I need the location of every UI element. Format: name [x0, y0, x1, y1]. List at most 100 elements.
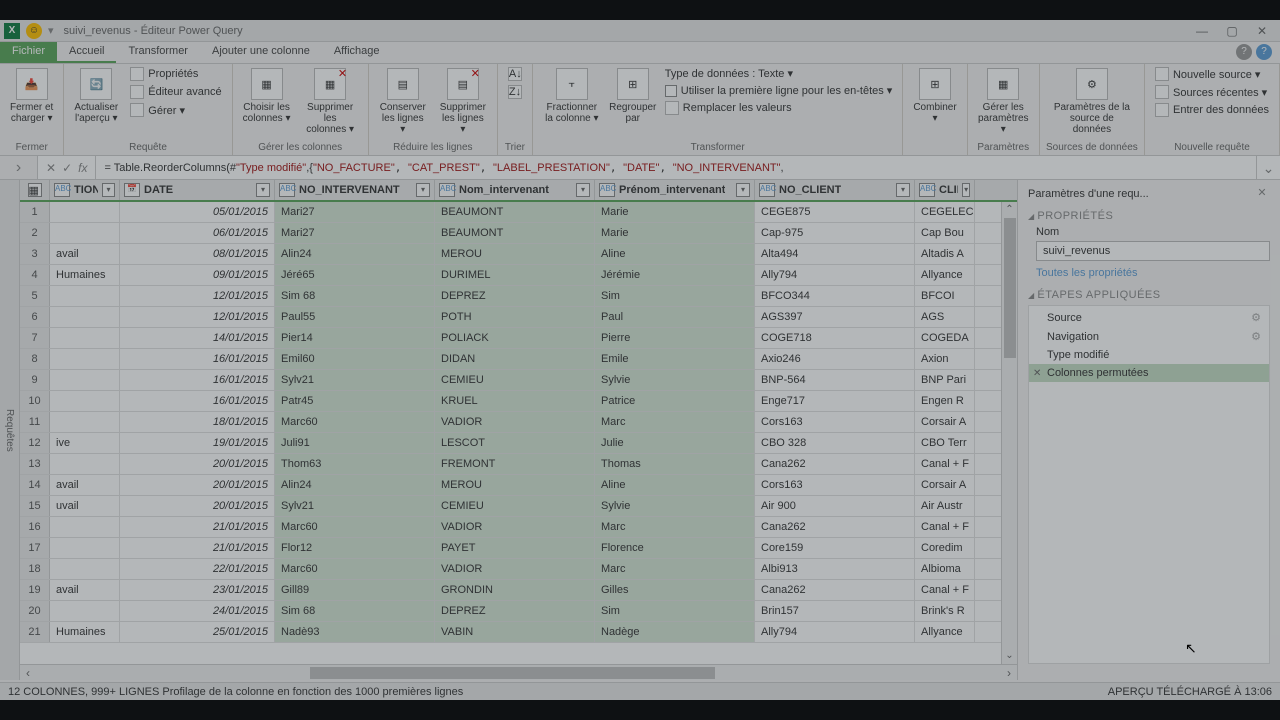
queries-expand-button[interactable]: ›	[0, 156, 38, 179]
horizontal-scrollbar[interactable]: ‹›	[20, 664, 1017, 680]
cell[interactable]: CBO Terr	[915, 433, 975, 453]
cell[interactable]: 20/01/2015	[120, 496, 275, 516]
cell[interactable]: CEGE875	[755, 202, 915, 222]
tab-view[interactable]: Affichage	[322, 42, 392, 63]
table-row[interactable]: 1320/01/2015Thom63FREMONTThomasCana262Ca…	[20, 454, 1017, 475]
minimize-button[interactable]: —	[1188, 24, 1216, 38]
cell[interactable]	[50, 538, 120, 558]
cell[interactable]: BNP Pari	[915, 370, 975, 390]
cell[interactable]: FREMONT	[435, 454, 595, 474]
cell[interactable]: DEPREZ	[435, 601, 595, 621]
cell[interactable]: Air 900	[755, 496, 915, 516]
cell[interactable]: Axio246	[755, 349, 915, 369]
cell[interactable]	[50, 328, 120, 348]
table-row[interactable]: 612/01/2015Paul55POTHPaulAGS397AGS	[20, 307, 1017, 328]
cell[interactable]: Engen R	[915, 391, 975, 411]
cell[interactable]: 20/01/2015	[120, 475, 275, 495]
column-header[interactable]: ABCNO_CLIENT▾	[755, 180, 915, 200]
cell[interactable]: Paul55	[275, 307, 435, 327]
cell[interactable]: BFCOI	[915, 286, 975, 306]
cell[interactable]	[50, 202, 120, 222]
cell[interactable]	[50, 412, 120, 432]
formula-expand-button[interactable]: ⌄	[1256, 156, 1280, 179]
cell[interactable]: CBO 328	[755, 433, 915, 453]
cell[interactable]	[50, 286, 120, 306]
table-row[interactable]: 714/01/2015Pier14POLIACKPierreCOGE718COG…	[20, 328, 1017, 349]
remove-cols-button[interactable]: ▦✕Supprimer les colonnes ▾	[299, 66, 362, 137]
cell[interactable]: Pier14	[275, 328, 435, 348]
close-load-button[interactable]: 📥Fermer et charger ▾	[6, 66, 57, 126]
column-header[interactable]: ABCNO_INTERVENANT▾	[275, 180, 435, 200]
column-header[interactable]: ABCTION▾	[50, 180, 120, 200]
smiley-icon[interactable]: ☺	[26, 23, 42, 39]
cell[interactable]: 19/01/2015	[120, 433, 275, 453]
cell[interactable]: Humaines	[50, 265, 120, 285]
cell[interactable]: CEGELEC	[915, 202, 975, 222]
cell[interactable]: 16/01/2015	[120, 349, 275, 369]
cell[interactable]: Cors163	[755, 412, 915, 432]
applied-step[interactable]: Navigation⚙	[1029, 327, 1269, 346]
cell[interactable]: DIDAN	[435, 349, 595, 369]
cell[interactable]: Cap Bou	[915, 223, 975, 243]
cell[interactable]: Alin24	[275, 475, 435, 495]
cell[interactable]: MEROU	[435, 244, 595, 264]
table-row[interactable]: 105/01/2015Mari27BEAUMONTMarieCEGE875CEG…	[20, 202, 1017, 223]
cell[interactable]: 22/01/2015	[120, 559, 275, 579]
cell[interactable]	[50, 349, 120, 369]
cell[interactable]: Sylvie	[595, 496, 755, 516]
cell[interactable]: Aline	[595, 475, 755, 495]
cell[interactable]: 25/01/2015	[120, 622, 275, 642]
cell[interactable]: Thomas	[595, 454, 755, 474]
steps-header[interactable]: ÉTAPES APPLIQUÉES	[1028, 289, 1270, 301]
cell[interactable]: PAYET	[435, 538, 595, 558]
cell[interactable]: Allyance	[915, 265, 975, 285]
cell[interactable]: BEAUMONT	[435, 223, 595, 243]
cell[interactable]: Sim	[595, 286, 755, 306]
cell[interactable]: KRUEL	[435, 391, 595, 411]
first-row-headers-button[interactable]: Utiliser la première ligne pour les en-t…	[661, 83, 897, 98]
cell[interactable]: 20/01/2015	[120, 454, 275, 474]
cell[interactable]: Marie	[595, 202, 755, 222]
cell[interactable]: 24/01/2015	[120, 601, 275, 621]
cell[interactable]: Jéré65	[275, 265, 435, 285]
cell[interactable]: Alta494	[755, 244, 915, 264]
cell[interactable]: Pierre	[595, 328, 755, 348]
cell[interactable]: Coredim	[915, 538, 975, 558]
cell[interactable]: Patr45	[275, 391, 435, 411]
cell[interactable]: Albi913	[755, 559, 915, 579]
tab-transform[interactable]: Transformer	[116, 42, 200, 63]
applied-step[interactable]: Type modifié	[1029, 346, 1269, 364]
cell[interactable]: Marc60	[275, 412, 435, 432]
cell[interactable]: Gilles	[595, 580, 755, 600]
table-row[interactable]: 916/01/2015Sylv21CEMIEUSylvieBNP-564BNP …	[20, 370, 1017, 391]
manage-params-button[interactable]: ▦Gérer les paramètres ▾	[974, 66, 1033, 137]
cell[interactable]: 23/01/2015	[120, 580, 275, 600]
query-name-input[interactable]	[1036, 241, 1270, 261]
cell[interactable]: Juli91	[275, 433, 435, 453]
cell[interactable]: POLIACK	[435, 328, 595, 348]
cell[interactable]: Marc	[595, 559, 755, 579]
cell[interactable]	[50, 307, 120, 327]
close-button[interactable]: ✕	[1248, 24, 1276, 38]
table-row[interactable]: 206/01/2015Mari27BEAUMONTMarieCap-975Cap…	[20, 223, 1017, 244]
table-row[interactable]: 1822/01/2015Marc60VADIORMarcAlbi913Albio…	[20, 559, 1017, 580]
cell[interactable]: Albioma	[915, 559, 975, 579]
advanced-editor-button[interactable]: Éditeur avancé	[126, 84, 225, 100]
sort-desc-button[interactable]: Z↓	[504, 84, 526, 100]
cell[interactable]: BFCO344	[755, 286, 915, 306]
applied-step[interactable]: Source⚙	[1029, 308, 1269, 327]
table-row[interactable]: 1118/01/2015Marc60VADIORMarcCors163Corsa…	[20, 412, 1017, 433]
remove-rows-button[interactable]: ▤✕Supprimer les lignes ▾	[435, 66, 491, 137]
split-col-button[interactable]: ⫟Fractionner la colonne ▾	[539, 66, 605, 126]
cell[interactable]: Cana262	[755, 517, 915, 537]
cell[interactable]: 12/01/2015	[120, 286, 275, 306]
cell[interactable]: avail	[50, 244, 120, 264]
confirm-icon[interactable]: ✓	[62, 161, 72, 175]
cell[interactable]: Gill89	[275, 580, 435, 600]
cell[interactable]: CEMIEU	[435, 370, 595, 390]
cell[interactable]: Mari27	[275, 202, 435, 222]
cell[interactable]: Corsair A	[915, 412, 975, 432]
cell[interactable]: Emil60	[275, 349, 435, 369]
cell[interactable]: VADIOR	[435, 517, 595, 537]
cell[interactable]: COGEDA	[915, 328, 975, 348]
